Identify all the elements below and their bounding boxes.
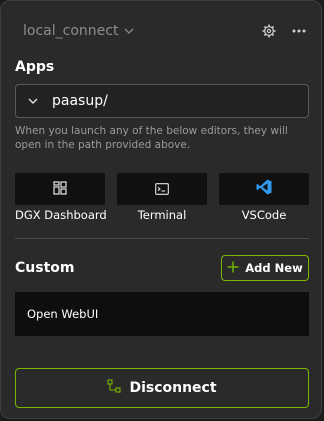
custom-item-label: Open WebUI <box>27 307 99 321</box>
gear-icon[interactable] <box>261 23 277 39</box>
app-terminal[interactable]: Terminal <box>117 173 207 222</box>
path-hint: When you launch any of the below editors… <box>15 125 288 151</box>
add-new-label: Add New <box>245 261 303 275</box>
app-tile <box>15 173 105 205</box>
chevron-down-icon <box>28 96 38 107</box>
connection-panel: local_connect Apps paasup/ When you laun… <box>0 0 322 419</box>
custom-item-open-webui[interactable]: Open WebUI <box>15 292 309 336</box>
header: local_connect <box>15 19 307 43</box>
app-dgx-dashboard[interactable]: DGX Dashboard <box>15 173 107 222</box>
path-value: paasup/ <box>52 93 108 109</box>
vscode-icon <box>255 178 273 200</box>
connection-name: local_connect <box>23 23 119 39</box>
more-options-icon[interactable] <box>291 23 307 39</box>
app-label: VSCode <box>241 208 287 222</box>
dashboard-grid-icon <box>53 180 67 199</box>
chevron-down-icon <box>124 26 134 37</box>
disconnect-button[interactable]: Disconnect <box>15 368 309 408</box>
add-new-button[interactable]: Add New <box>221 255 309 281</box>
app-vscode[interactable]: VSCode <box>219 173 309 222</box>
apps-title: Apps <box>15 59 55 75</box>
app-tile <box>117 173 207 205</box>
divider <box>15 238 309 239</box>
terminal-icon <box>155 180 169 199</box>
app-tile <box>219 173 309 205</box>
path-selector[interactable]: paasup/ <box>15 84 309 118</box>
plus-icon <box>227 261 239 276</box>
app-label: Terminal <box>137 208 187 222</box>
network-icon <box>107 379 122 397</box>
apps-list: DGX Dashboard Terminal VSCode <box>15 173 309 222</box>
header-actions <box>261 23 307 39</box>
disconnect-label: Disconnect <box>129 380 217 396</box>
custom-title: Custom <box>15 260 75 276</box>
app-label: DGX Dashboard <box>15 208 107 222</box>
connection-selector[interactable]: local_connect <box>23 23 134 39</box>
